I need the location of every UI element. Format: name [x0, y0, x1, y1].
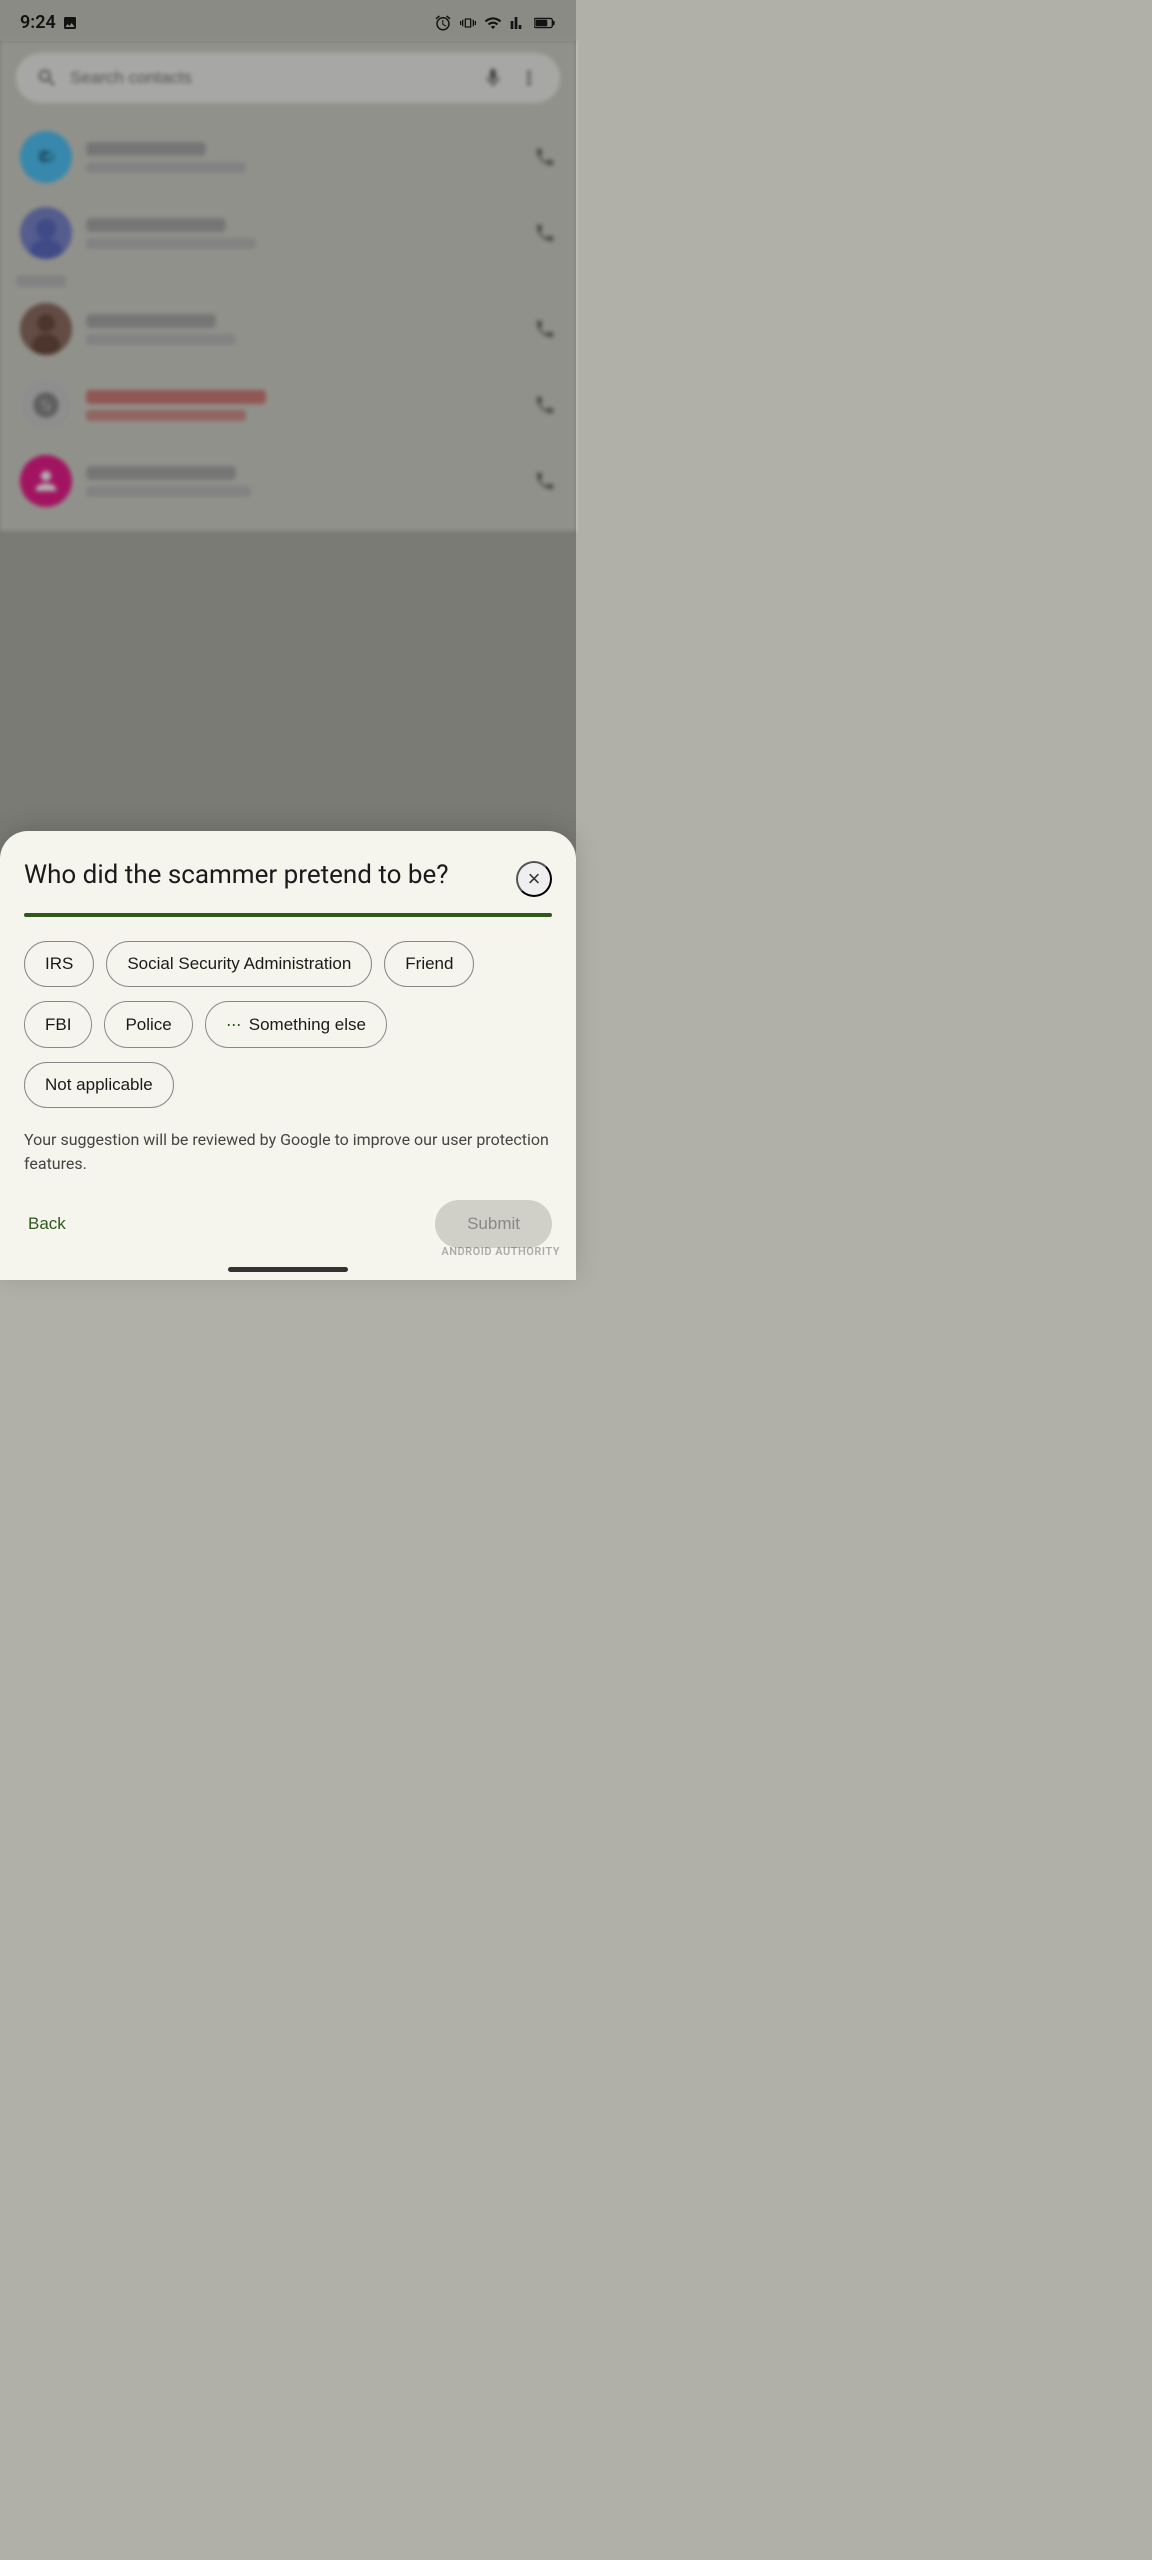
bottom-sheet: Who did the scammer pretend to be? × IRS…: [0, 831, 576, 1280]
option-ssa[interactable]: Social Security Administration: [106, 941, 372, 987]
options-row-1: IRS Social Security Administration Frien…: [24, 941, 552, 987]
option-label: Social Security Administration: [127, 954, 351, 974]
option-not-applicable[interactable]: Not applicable: [24, 1062, 174, 1108]
submit-button[interactable]: Submit: [435, 1200, 552, 1248]
option-label: Something else: [249, 1015, 366, 1035]
ellipsis-icon: ···: [226, 1014, 241, 1035]
disclaimer: Your suggestion will be reviewed by Goog…: [24, 1128, 552, 1176]
close-button[interactable]: ×: [516, 861, 552, 897]
options-row-2: FBI Police ··· Something else: [24, 1001, 552, 1048]
option-police[interactable]: Police: [104, 1001, 192, 1048]
option-fbi[interactable]: FBI: [24, 1001, 92, 1048]
options-row-3: Not applicable: [24, 1062, 552, 1108]
watermark: ANDROID AUTHORITY: [441, 1245, 560, 1258]
sheet-header: Who did the scammer pretend to be? ×: [24, 859, 552, 897]
sheet-footer: Back Submit: [24, 1200, 552, 1248]
option-label: FBI: [45, 1015, 71, 1035]
option-friend[interactable]: Friend: [384, 941, 474, 987]
option-label: Not applicable: [45, 1075, 153, 1095]
sheet-title: Who did the scammer pretend to be?: [24, 859, 516, 893]
back-button[interactable]: Back: [24, 1202, 70, 1246]
option-something-else[interactable]: ··· Something else: [205, 1001, 387, 1048]
progress-bar: [24, 913, 552, 917]
option-label: Police: [125, 1015, 171, 1035]
option-irs[interactable]: IRS: [24, 941, 94, 987]
home-indicator: [228, 1267, 348, 1272]
bottom-sheet-overlay: Who did the scammer pretend to be? × IRS…: [0, 0, 576, 1280]
option-label: IRS: [45, 954, 73, 974]
option-label: Friend: [405, 954, 453, 974]
